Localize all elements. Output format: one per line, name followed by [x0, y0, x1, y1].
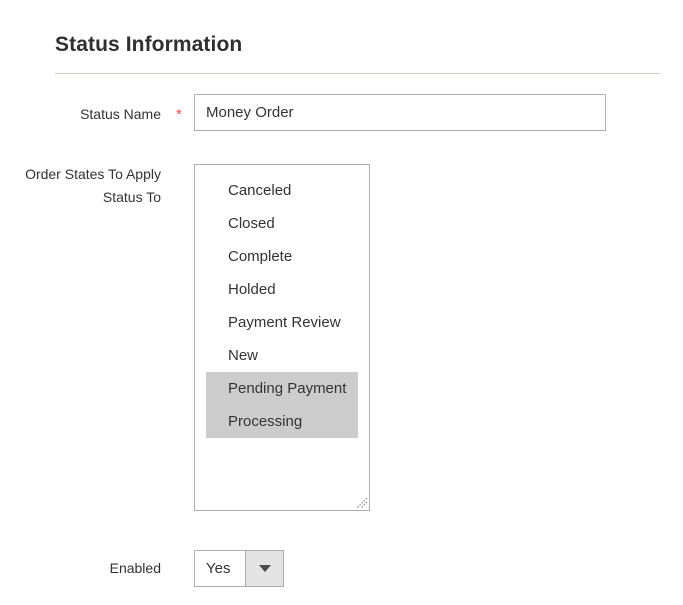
order-state-option[interactable]: New: [206, 339, 358, 372]
page-title: Status Information: [55, 33, 242, 57]
enabled-select-toggle[interactable]: [245, 551, 283, 586]
order-state-option[interactable]: Processing: [206, 405, 358, 438]
order-states-multiselect[interactable]: CanceledClosedCompleteHoldedPayment Revi…: [194, 164, 370, 511]
order-state-option[interactable]: Closed: [206, 207, 358, 240]
status-information-form: Status Information Status Name * Order S…: [0, 0, 683, 605]
enabled-select-value: Yes: [195, 551, 245, 586]
status-name-input[interactable]: [194, 94, 606, 131]
status-name-required-asterisk: *: [176, 107, 182, 122]
enabled-select[interactable]: Yes: [194, 550, 284, 587]
chevron-down-icon: [259, 565, 271, 572]
order-states-label: Order States To Apply Status To: [0, 163, 161, 209]
enabled-label: Enabled: [0, 557, 161, 580]
order-state-option[interactable]: Complete: [206, 240, 358, 273]
order-state-option[interactable]: Canceled: [206, 174, 358, 207]
order-state-option[interactable]: Payment Review: [206, 306, 358, 339]
status-name-label: Status Name: [0, 103, 161, 126]
order-state-option[interactable]: Holded: [206, 273, 358, 306]
order-state-option[interactable]: Pending Payment: [206, 372, 358, 405]
title-divider: [55, 73, 660, 74]
